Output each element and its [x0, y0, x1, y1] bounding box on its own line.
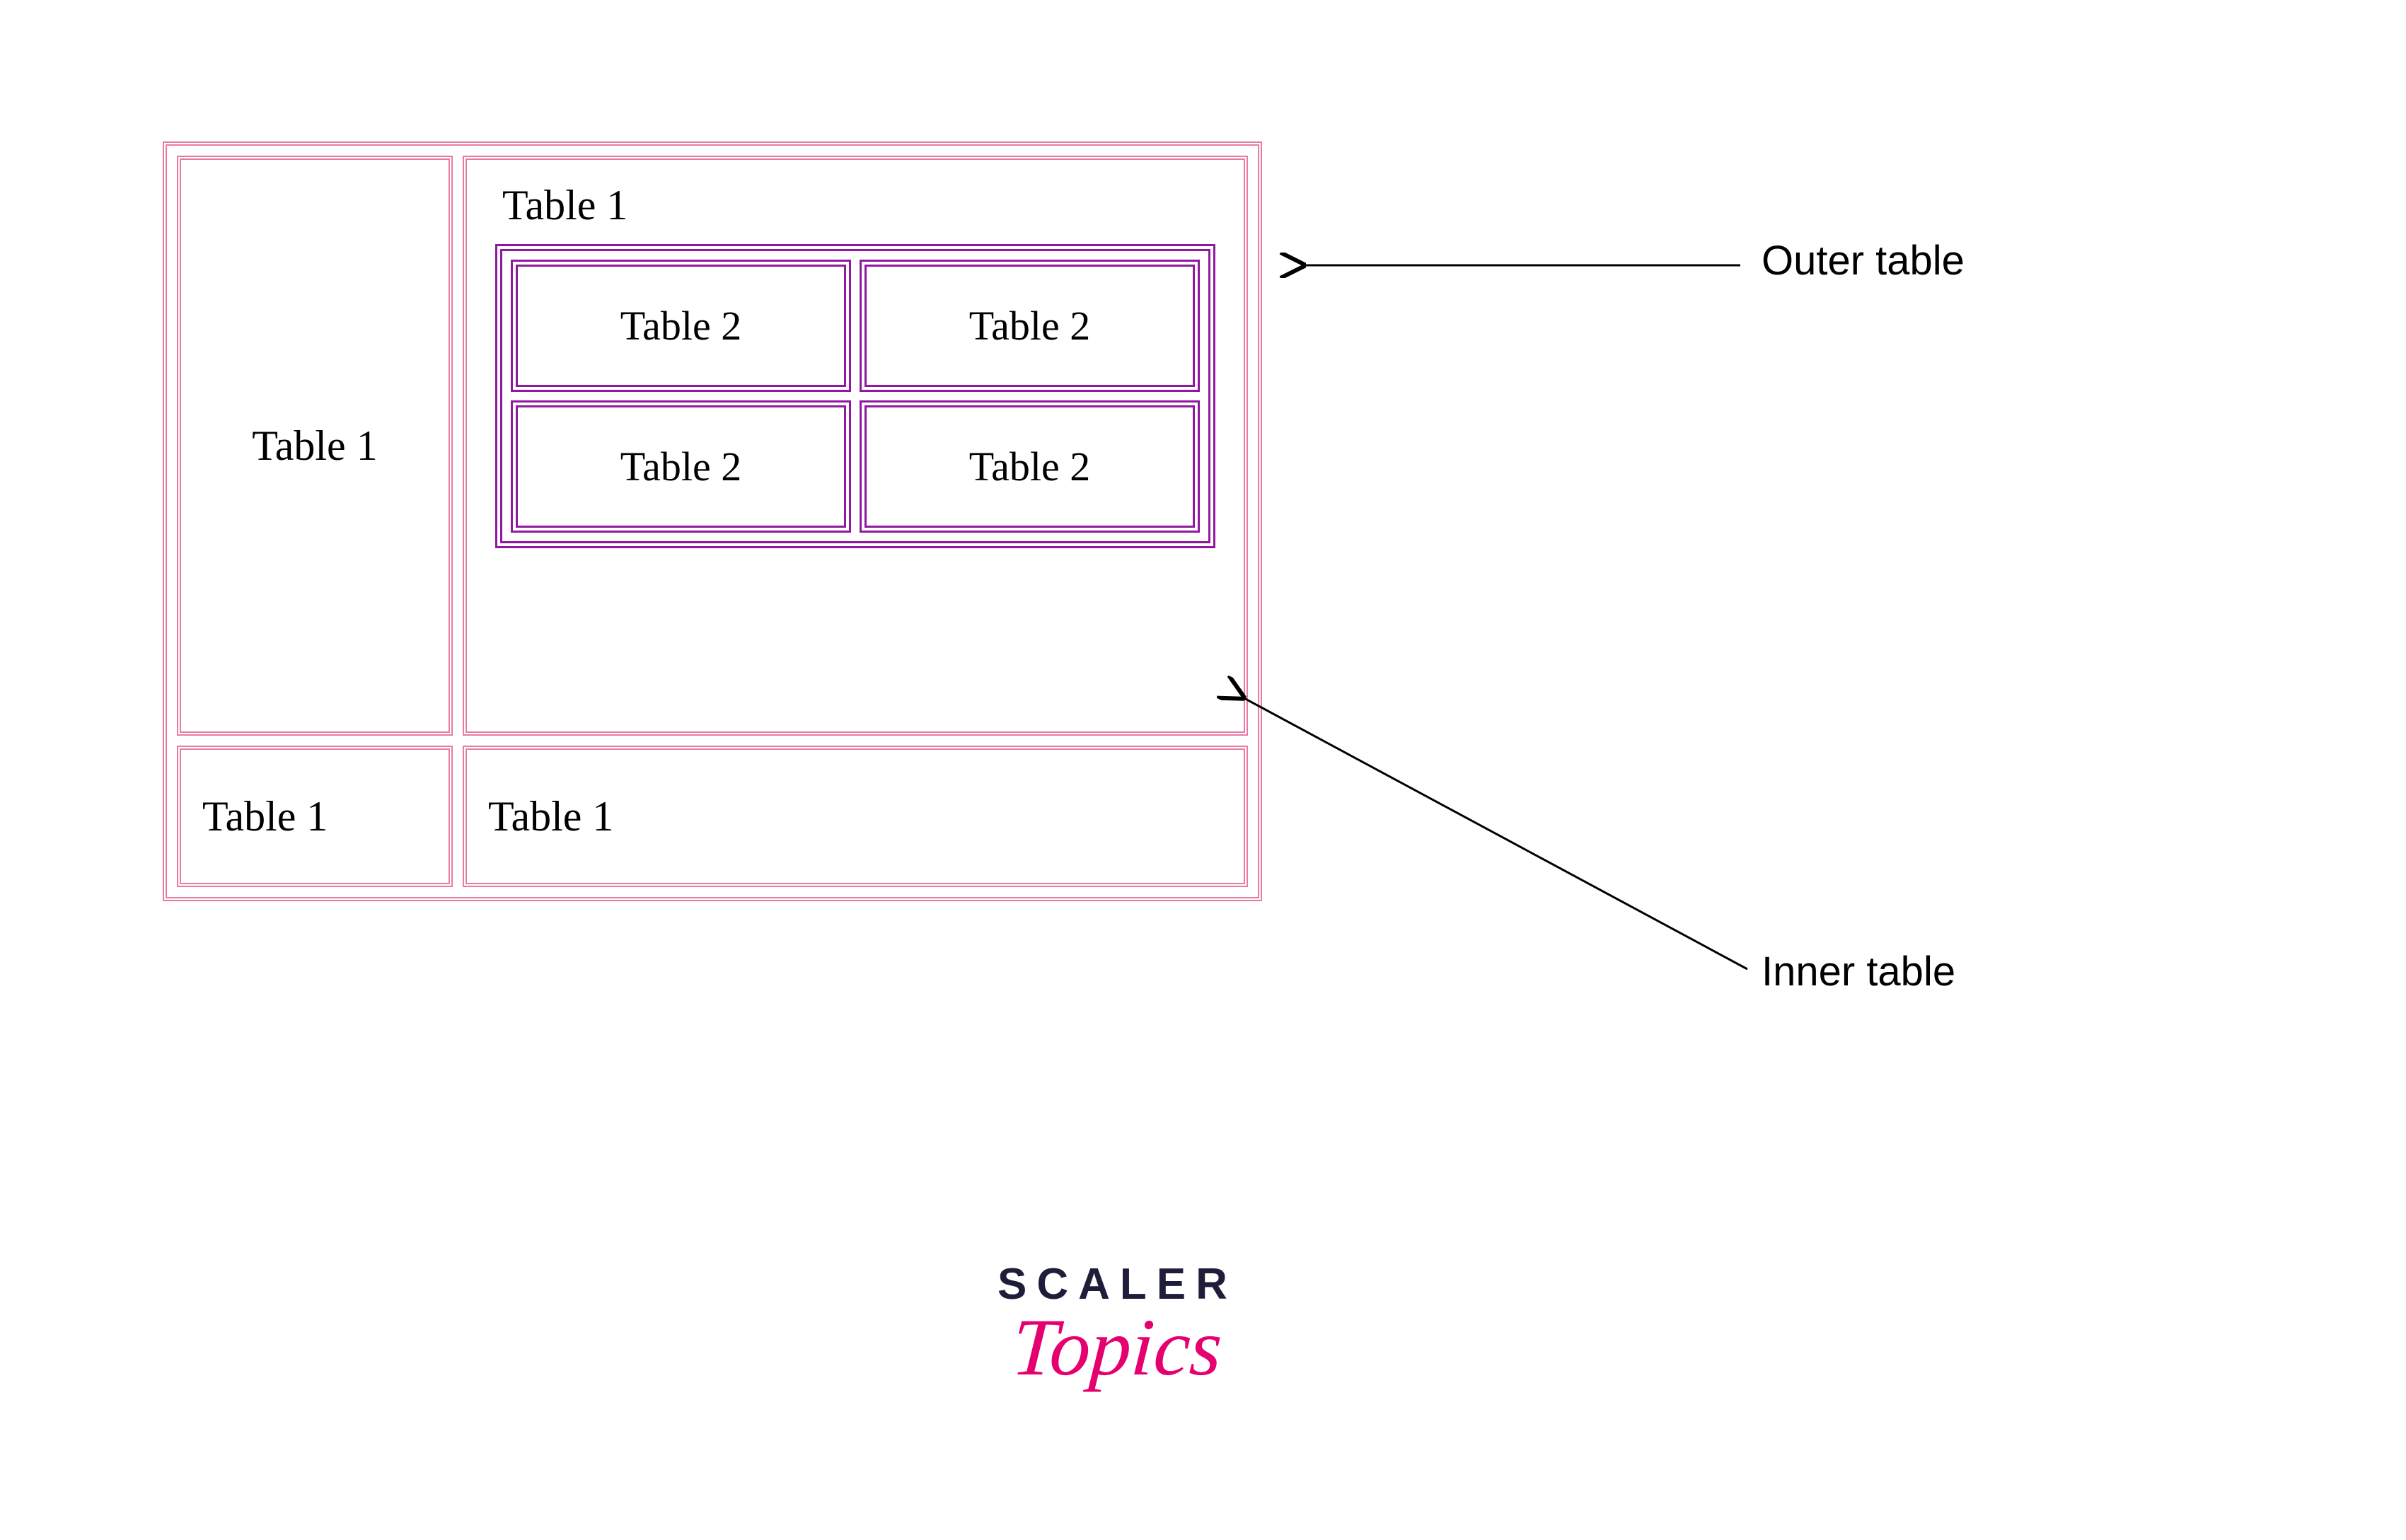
outer-table: Table 1 Table 1 Table 2 Table 2 Table 2 …: [163, 141, 1262, 901]
inner-table: Table 2 Table 2 Table 2 Table 2: [495, 244, 1215, 548]
inner-cell-r1c1: Table 2: [511, 260, 851, 392]
outer-cell-label: Table 1: [202, 793, 328, 840]
inner-cell-label: Table 2: [969, 444, 1090, 490]
annotation-inner-table: Inner table: [1762, 948, 1955, 995]
outer-cell-label: Table 1: [488, 793, 613, 840]
inner-cell-r2c2: Table 2: [860, 400, 1200, 533]
brand-logo: SCALER Topics: [997, 1259, 1237, 1394]
outer-cell-label: Table 1: [252, 422, 377, 469]
inner-cell-label: Table 2: [620, 444, 741, 490]
inner-cell-r1c2: Table 2: [860, 260, 1200, 392]
brand-line2: Topics: [1010, 1301, 1225, 1394]
inner-table-caption: Table 1: [502, 181, 1215, 230]
annotation-outer-table: Outer table: [1762, 237, 1965, 284]
outer-cell-r1c2: Table 1 Table 2 Table 2 Table 2 Table 2: [463, 156, 1248, 736]
arrow-inner-icon: [1231, 686, 1769, 983]
nested-tables-diagram: Table 1 Table 1 Table 2 Table 2 Table 2 …: [163, 141, 1262, 901]
outer-cell-r2c2: Table 1: [463, 746, 1248, 887]
outer-cell-r2c1: Table 1: [177, 746, 453, 887]
inner-cell-label: Table 2: [969, 303, 1090, 349]
inner-cell-r2c1: Table 2: [511, 400, 851, 533]
arrow-outer-icon: [1295, 255, 1762, 276]
inner-cell-label: Table 2: [620, 303, 741, 349]
outer-cell-r1c1: Table 1: [177, 156, 453, 736]
